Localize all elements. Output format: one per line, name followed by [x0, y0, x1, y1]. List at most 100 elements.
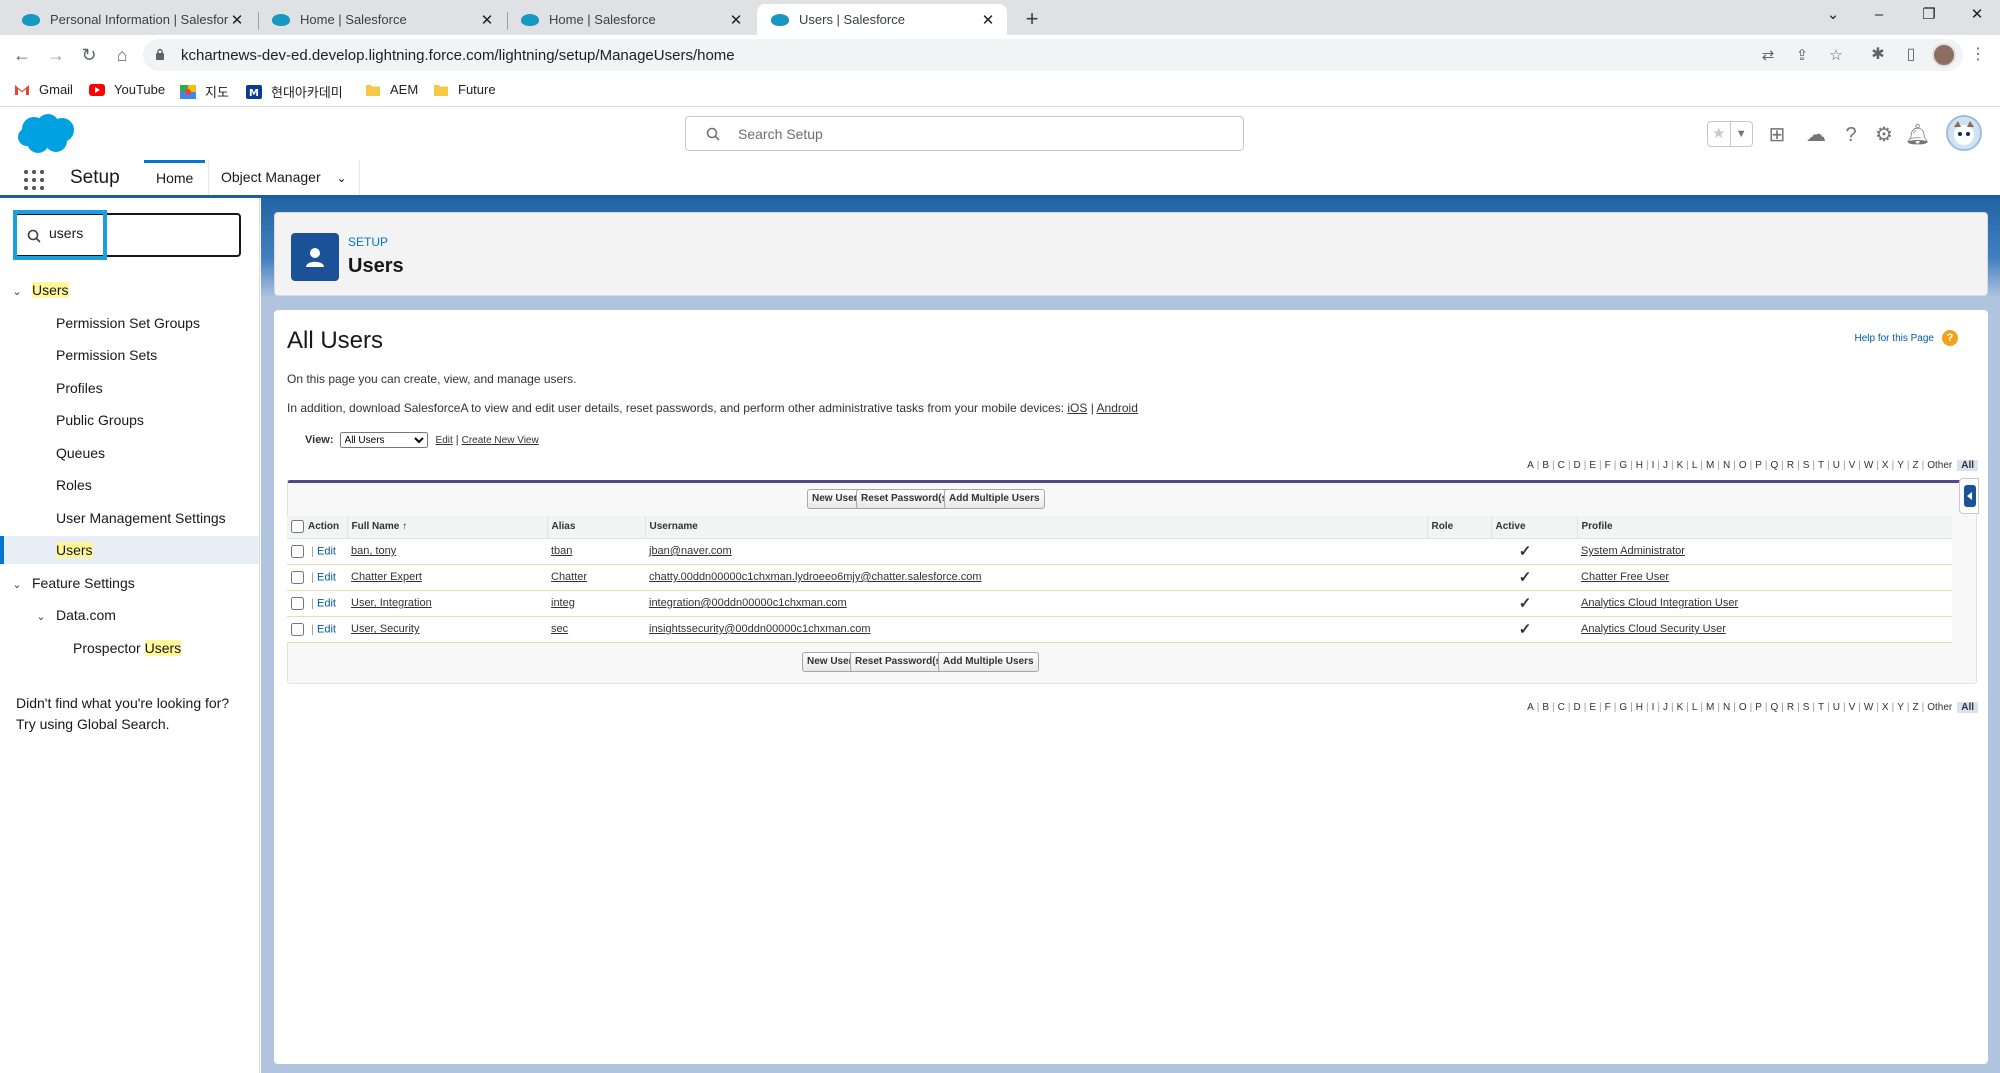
page-eyebrow[interactable]: SETUP: [348, 235, 388, 249]
close-tab-icon[interactable]: ✕: [979, 11, 997, 29]
alpha-filter-c[interactable]: C: [1558, 460, 1565, 471]
browser-profile-avatar[interactable]: [1932, 43, 1956, 67]
user-profile-link[interactable]: System Administrator: [1581, 545, 1685, 557]
favorite-star-icon[interactable]: ★: [1708, 122, 1730, 146]
alpha-filter-t[interactable]: T: [1818, 460, 1824, 471]
reset-password-button[interactable]: Reset Password(s): [856, 489, 956, 509]
extensions-icon[interactable]: ✱: [1866, 43, 1890, 67]
alpha-filter-e[interactable]: E: [1589, 702, 1596, 713]
alpha-filter-i[interactable]: I: [1652, 702, 1655, 713]
row-checkbox[interactable]: [291, 622, 304, 636]
alpha-filter-m[interactable]: M: [1706, 460, 1714, 471]
user-profile-link[interactable]: Analytics Cloud Integration User: [1581, 597, 1738, 609]
alpha-filter-x[interactable]: X: [1882, 702, 1889, 713]
column-header-role[interactable]: Role: [1426, 516, 1491, 539]
close-window-button[interactable]: ✕: [1954, 0, 2000, 30]
browser-tab[interactable]: Personal Information | Salesforce ✕: [8, 4, 256, 35]
alpha-filter-t[interactable]: T: [1818, 702, 1824, 713]
sidebar-item-users[interactable]: Users: [0, 536, 259, 564]
android-link[interactable]: Android: [1097, 401, 1138, 415]
sidebar-item-feature-settings[interactable]: ⌄ Feature Settings: [0, 569, 259, 597]
alpha-filter-l[interactable]: L: [1692, 702, 1698, 713]
minimize-button[interactable]: –: [1856, 0, 1902, 30]
notifications-bell-icon[interactable]: 🔔︎: [1905, 123, 1930, 147]
column-header-alias[interactable]: Alias: [546, 516, 645, 539]
create-new-view-link[interactable]: Create New View: [462, 435, 539, 446]
alpha-filter-i[interactable]: I: [1652, 460, 1655, 471]
restore-button[interactable]: ❐: [1906, 0, 1952, 30]
tab-search-chevron-icon[interactable]: ⌄: [1810, 0, 1856, 30]
close-tab-icon[interactable]: ✕: [727, 11, 745, 29]
help-for-this-page-link[interactable]: Help for this Page ?: [1855, 330, 1958, 346]
side-panel-icon[interactable]: ▯: [1899, 43, 1923, 67]
row-checkbox[interactable]: [291, 570, 304, 584]
browser-tab-active[interactable]: Users | Salesforce ✕: [757, 4, 1007, 35]
close-tab-icon[interactable]: ✕: [478, 11, 496, 29]
sidebar-item-roles[interactable]: Roles: [0, 471, 259, 499]
sidebar-item-permission-sets[interactable]: Permission Sets: [0, 341, 259, 369]
forward-arrow-icon[interactable]: →: [44, 43, 68, 67]
user-alias-link[interactable]: Chatter: [551, 571, 587, 583]
app-launcher-icon[interactable]: [24, 170, 44, 190]
alpha-filter-o[interactable]: O: [1739, 460, 1747, 471]
address-bar[interactable]: kchartnews-dev-ed.develop.lightning.forc…: [143, 39, 1963, 71]
alpha-filter-d[interactable]: D: [1574, 702, 1581, 713]
new-tab-button[interactable]: +: [1018, 6, 1046, 34]
alpha-filter-u[interactable]: U: [1833, 460, 1840, 471]
sidebar-item-public-groups[interactable]: Public Groups: [0, 406, 259, 434]
home-icon[interactable]: ⌂: [110, 43, 134, 67]
alpha-filter-v[interactable]: V: [1849, 460, 1856, 471]
alpha-filter-w[interactable]: W: [1864, 460, 1873, 471]
alpha-filter-o[interactable]: O: [1739, 702, 1747, 713]
alpha-filter-n[interactable]: N: [1723, 702, 1730, 713]
user-full-name-link[interactable]: User, Security: [351, 623, 419, 635]
sidebar-item-queues[interactable]: Queues: [0, 439, 259, 467]
tab-object-manager[interactable]: Object Manager ⌄: [208, 160, 360, 195]
sidebar-item-permission-set-groups[interactable]: Permission Set Groups: [0, 309, 259, 337]
user-profile-link[interactable]: Analytics Cloud Security User: [1581, 623, 1726, 635]
user-username-link[interactable]: chatty.00ddn00000c1chxman.lydroeeo6mjy@c…: [649, 571, 982, 583]
salesforce-logo-icon[interactable]: [16, 113, 78, 155]
user-full-name-link[interactable]: ban, tony: [351, 545, 396, 557]
edit-user-link[interactable]: Edit: [317, 571, 336, 583]
help-icon[interactable]: ?: [1839, 123, 1863, 147]
alpha-filter-f[interactable]: F: [1605, 460, 1611, 471]
alpha-filter-j[interactable]: J: [1663, 702, 1668, 713]
alpha-filter-k[interactable]: K: [1677, 702, 1684, 713]
bookmark-hyundai-academy[interactable]: M 현대아카데미: [246, 82, 343, 101]
add-multiple-users-button[interactable]: Add Multiple Users: [944, 489, 1045, 509]
alpha-filter-r[interactable]: R: [1787, 702, 1794, 713]
edit-user-link[interactable]: Edit: [317, 597, 336, 609]
bookmark-star-icon[interactable]: ☆: [1826, 46, 1846, 66]
browser-tab[interactable]: Home | Salesforce ✕: [507, 4, 755, 35]
alpha-filter-x[interactable]: X: [1882, 460, 1889, 471]
add-multiple-users-button[interactable]: Add Multiple Users: [938, 652, 1039, 672]
column-header-username[interactable]: Username: [644, 516, 1427, 539]
alpha-filter-j[interactable]: J: [1663, 460, 1668, 471]
translate-icon[interactable]: ⇄: [1758, 46, 1778, 66]
chevron-down-icon[interactable]: ⌄: [10, 571, 24, 599]
select-all-checkbox[interactable]: [291, 520, 304, 534]
alpha-filter-l[interactable]: L: [1692, 460, 1698, 471]
favorites-button-group[interactable]: ★ ▼: [1707, 121, 1753, 147]
edit-view-link[interactable]: Edit: [436, 435, 453, 446]
setup-gear-icon[interactable]: ⚙: [1872, 123, 1896, 147]
reset-password-button[interactable]: Reset Password(s): [850, 652, 950, 672]
alpha-filter-z[interactable]: Z: [1912, 460, 1918, 471]
alpha-filter-y[interactable]: Y: [1897, 460, 1904, 471]
column-header-full-name[interactable]: Full Name ↑: [346, 516, 547, 539]
quick-find-input[interactable]: [49, 225, 229, 241]
user-alias-link[interactable]: sec: [551, 623, 568, 635]
alpha-filter-c[interactable]: C: [1558, 702, 1565, 713]
alpha-filter-e[interactable]: E: [1589, 460, 1596, 471]
trailhead-icon[interactable]: ☁: [1804, 123, 1828, 147]
reload-icon[interactable]: ↻: [77, 43, 101, 67]
alpha-filter-z[interactable]: Z: [1912, 702, 1918, 713]
browser-tab[interactable]: Home | Salesforce ✕: [258, 4, 506, 35]
alpha-filter-p[interactable]: P: [1755, 460, 1762, 471]
alpha-filter-g[interactable]: G: [1619, 460, 1627, 471]
alpha-filter-all[interactable]: All: [1957, 460, 1978, 471]
alpha-filter-k[interactable]: K: [1677, 460, 1684, 471]
user-profile-link[interactable]: Chatter Free User: [1581, 571, 1669, 583]
user-full-name-link[interactable]: Chatter Expert: [351, 571, 422, 583]
